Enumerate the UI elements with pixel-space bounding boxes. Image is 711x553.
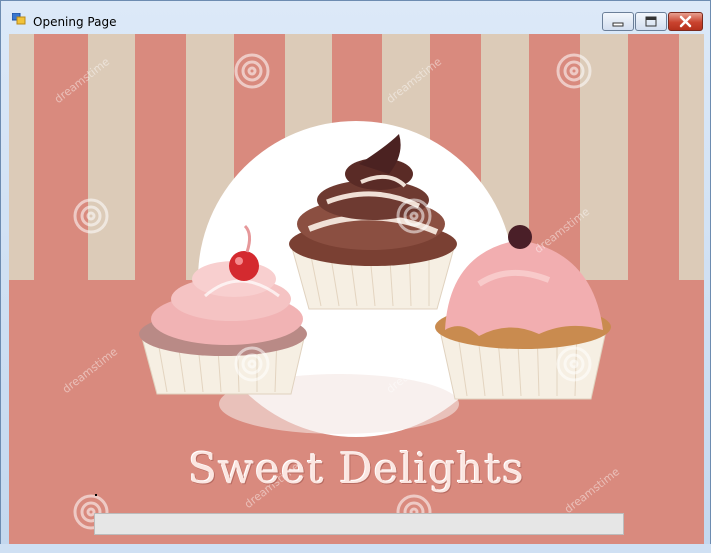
close-icon <box>679 15 692 28</box>
application-window: Opening Page dreamstime dreamstime dream… <box>0 0 711 553</box>
stray-pixel <box>95 494 97 496</box>
window-bottom-edge <box>0 544 711 553</box>
maximize-icon <box>645 16 657 27</box>
brand-title: Sweet Delights <box>188 444 525 493</box>
app-icon <box>12 13 26 25</box>
minimize-icon <box>612 22 624 27</box>
loading-progress-bar <box>94 513 624 535</box>
splash-image-area: dreamstime dreamstime dreamstime dreamst… <box>9 34 704 545</box>
minimize-button[interactable] <box>602 12 634 31</box>
close-button[interactable] <box>668 12 703 31</box>
window-title: Opening Page <box>33 15 117 29</box>
title-bar[interactable]: Opening Page <box>1 1 710 33</box>
maximize-button[interactable] <box>635 12 667 31</box>
